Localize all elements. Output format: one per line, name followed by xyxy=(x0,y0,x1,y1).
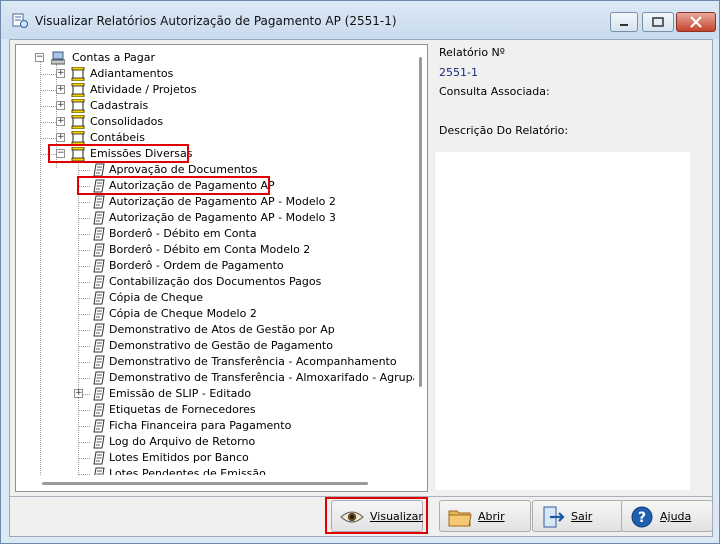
maximize-icon xyxy=(652,17,664,27)
tree-group-label: Atividade / Projetos xyxy=(90,83,197,96)
minimize-button[interactable] xyxy=(610,12,638,32)
report-tree[interactable]: − Contas a Pagar + Adiantamentos + Atividad… xyxy=(15,44,428,492)
close-button[interactable] xyxy=(676,12,716,32)
help-icon: ? xyxy=(631,506,653,528)
descricao-text-area[interactable] xyxy=(434,152,690,490)
folder-icon xyxy=(448,510,472,527)
abrir-label: Abrir xyxy=(478,510,505,523)
report-document-icon xyxy=(93,323,105,337)
tree-report-label: Cópia de Cheque xyxy=(109,291,204,304)
expand-icon[interactable]: + xyxy=(56,117,65,126)
tree-report-label: Demonstrativo de Transferência - Acompan… xyxy=(109,355,397,368)
emissoes-highlight xyxy=(48,144,189,163)
relatorio-label: Relatório Nº xyxy=(439,46,505,59)
report-group-icon xyxy=(71,131,85,145)
report-document-icon xyxy=(93,435,105,449)
expand-icon[interactable]: + xyxy=(74,389,83,398)
report-document-icon xyxy=(93,451,105,465)
report-document-icon xyxy=(93,259,105,273)
report-document-icon xyxy=(93,227,105,241)
tree-report-label: Etiquetas de Fornecedores xyxy=(109,403,256,416)
exit-door-icon xyxy=(543,506,565,528)
tree-report-label: Cópia de Cheque Modelo 2 xyxy=(109,307,257,320)
sair-label: Sair xyxy=(571,510,593,523)
report-document-icon xyxy=(93,211,105,225)
title-bar[interactable]: Visualizar Relatórios Autorização de Pag… xyxy=(1,1,719,39)
tree-report-label: Lotes Emitidos por Banco xyxy=(109,451,249,464)
report-document-icon xyxy=(93,195,105,209)
report-document-icon xyxy=(93,163,105,177)
report-document-icon xyxy=(93,371,105,385)
tree-report-label: Contabilização dos Documentos Pagos xyxy=(109,275,322,288)
window-title: Visualizar Relatórios Autorização de Pag… xyxy=(35,14,397,28)
report-document-icon xyxy=(93,275,105,289)
expand-icon[interactable]: + xyxy=(56,101,65,110)
report-group-icon xyxy=(71,67,85,81)
tree-group-label: Adiantamentos xyxy=(90,67,174,80)
info-panel: Relatório Nº 2551-1 Consulta Associada: … xyxy=(434,40,710,496)
tree-rows: − Contas a Pagar + Adiantamentos + Atividad… xyxy=(16,45,414,475)
descricao-label: Descrição Do Relatório: xyxy=(439,124,569,137)
tree-vertical-scrollbar[interactable] xyxy=(414,45,427,475)
report-document-icon xyxy=(93,307,105,321)
tree-report-label: Emissão de SLIP - Editado xyxy=(109,387,252,400)
tree-group-label: Cadastrais xyxy=(90,99,149,112)
report-app-icon xyxy=(12,13,28,28)
expand-icon[interactable]: + xyxy=(56,85,65,94)
close-icon xyxy=(690,16,702,28)
tree-report-label: Ficha Financeira para Pagamento xyxy=(109,419,292,432)
report-viewer-window: Visualizar Relatórios Autorização de Pag… xyxy=(0,0,720,544)
tree-report-label: Demonstrativo de Transferência - Almoxar… xyxy=(109,371,414,384)
tree-report-label: Lotes Pendentes de Emissão xyxy=(109,467,266,475)
report-document-icon xyxy=(93,387,105,401)
consulta-label: Consulta Associada: xyxy=(439,85,550,98)
selected-report-highlight xyxy=(77,176,270,195)
ajuda-button[interactable]: ? Ajuda xyxy=(621,500,713,532)
report-document-icon xyxy=(93,403,105,417)
tree-report-label: Demonstrativo de Gestão de Pagamento xyxy=(109,339,333,352)
report-document-icon xyxy=(93,243,105,257)
tree-report-label: Log do Arquivo de Retorno xyxy=(109,435,256,448)
tree-report-label: Autorização de Pagamento AP - Modelo 2 xyxy=(109,195,336,208)
svg-text:?: ? xyxy=(638,510,646,526)
expand-icon[interactable]: + xyxy=(56,69,65,78)
tree-report-label: Autorização de Pagamento AP - Modelo 3 xyxy=(109,211,336,224)
report-document-icon xyxy=(94,467,105,475)
tree-report-item[interactable]: Lotes Pendentes de Emissão xyxy=(16,45,414,475)
button-bar: Visualizar Abrir Sair ? Ajuda xyxy=(10,496,713,536)
vertical-scroll-thumb[interactable] xyxy=(419,57,422,387)
expand-icon[interactable]: + xyxy=(56,133,65,142)
report-group-icon xyxy=(71,83,85,97)
report-document-icon xyxy=(93,419,105,433)
report-document-icon xyxy=(93,355,105,369)
report-document-icon xyxy=(93,339,105,353)
tree-group-label: Consolidados xyxy=(90,115,164,128)
tree-report-label: Demonstrativo de Atos de Gestão por Ap xyxy=(109,323,335,336)
tree-report-label: Borderô - Débito em Conta xyxy=(109,227,257,240)
tree-horizontal-scrollbar[interactable] xyxy=(16,475,414,491)
ajuda-label: Ajuda xyxy=(660,510,692,523)
client-area: − Contas a Pagar + Adiantamentos + Atividad… xyxy=(9,39,713,537)
maximize-button[interactable] xyxy=(642,12,674,32)
tree-report-label: Borderô - Ordem de Pagamento xyxy=(109,259,284,272)
report-group-icon xyxy=(71,99,85,113)
tree-report-label: Borderô - Débito em Conta Modelo 2 xyxy=(109,243,311,256)
abrir-button[interactable]: Abrir xyxy=(439,500,531,532)
minimize-icon xyxy=(620,24,628,26)
report-document-icon xyxy=(93,291,105,305)
visualizar-highlight xyxy=(325,497,428,534)
report-group-icon xyxy=(71,115,85,129)
sair-button[interactable]: Sair xyxy=(532,500,624,532)
relatorio-value: 2551-1 xyxy=(439,66,478,79)
horizontal-scroll-thumb[interactable] xyxy=(42,482,368,485)
